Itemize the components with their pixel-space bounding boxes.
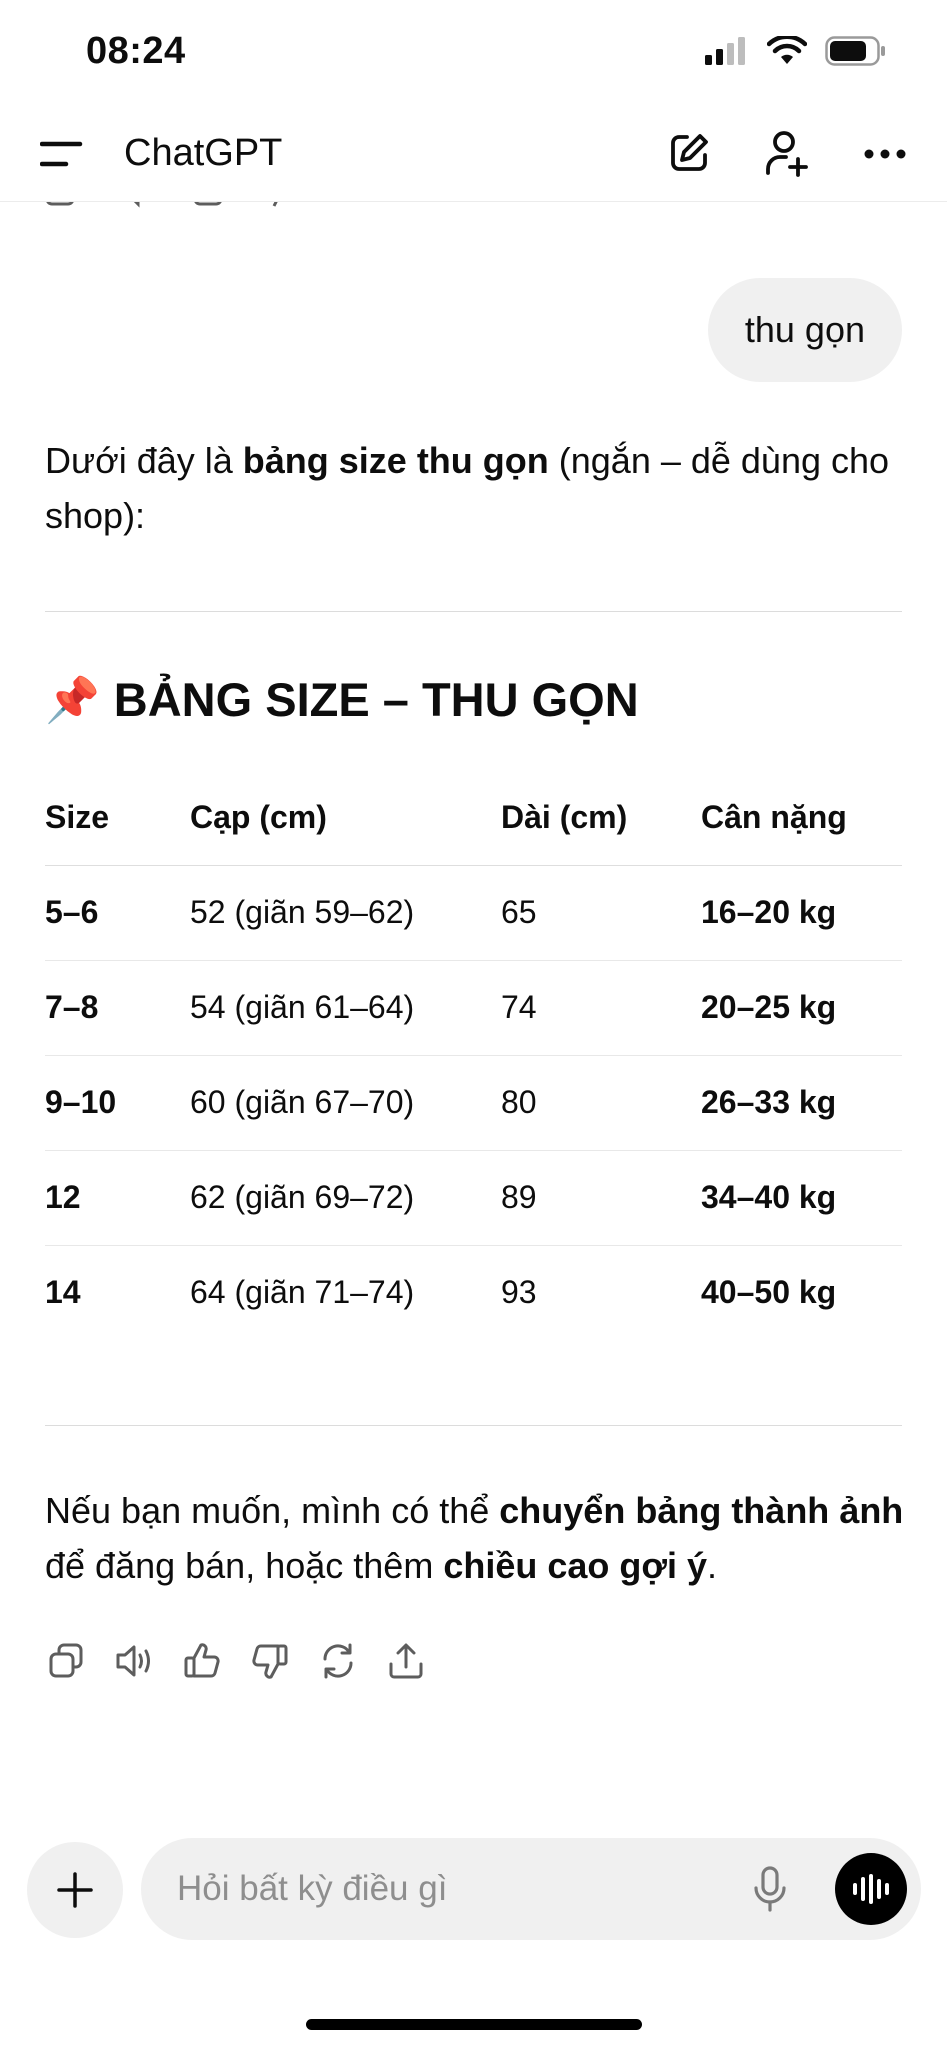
section-heading: 📌 BẢNG SIZE – THU GỌN bbox=[45, 672, 639, 727]
regenerate-button[interactable] bbox=[317, 1640, 359, 1682]
add-people-button[interactable] bbox=[760, 128, 814, 182]
cell-waist: 62 (giãn 69–72) bbox=[190, 1150, 501, 1246]
table-row: 7–8 54 (giãn 61–64) 74 20–25 kg bbox=[45, 960, 902, 1056]
cell-length: 93 bbox=[501, 1274, 537, 1311]
cell-waist: 60 (giãn 67–70) bbox=[190, 1055, 501, 1151]
assistant-intro: Dưới đây là bảng size thu gọn (ngắn – dễ… bbox=[45, 433, 905, 543]
menu-icon[interactable] bbox=[39, 138, 84, 172]
intro-text: Dưới đây là bbox=[45, 440, 243, 481]
header-waist: Cạp (cm) bbox=[190, 770, 501, 866]
copy-icon bbox=[49, 1643, 83, 1678]
cell-length: 65 bbox=[501, 865, 701, 961]
share-button[interactable] bbox=[385, 1640, 427, 1682]
table-row: 14 64 (giãn 71–74) 93 40–50 kg bbox=[45, 1245, 902, 1340]
status-bar: 08:24 bbox=[0, 0, 947, 108]
cell-length: 74 bbox=[501, 960, 701, 1056]
status-time: 08:24 bbox=[86, 30, 186, 72]
outro-bold-2: chiều cao gợi ý bbox=[443, 1545, 707, 1586]
cell-size: 12 bbox=[45, 1150, 190, 1246]
cell-length: 80 bbox=[501, 1055, 701, 1151]
message-actions bbox=[45, 1640, 427, 1682]
cell-size: 5–6 bbox=[45, 865, 190, 961]
battery-icon bbox=[825, 36, 887, 71]
assistant-outro: Nếu bạn muốn, mình có thể chuyển bảng th… bbox=[45, 1483, 905, 1593]
wifi-icon bbox=[766, 34, 808, 71]
mic-icon bbox=[754, 1866, 786, 1912]
composer bbox=[141, 1838, 921, 1940]
header-length: Dài (cm) bbox=[501, 770, 701, 866]
divider bbox=[45, 1425, 902, 1426]
add-person-icon bbox=[764, 129, 810, 182]
voice-mode-button[interactable] bbox=[835, 1853, 907, 1925]
thumbs-up-button[interactable] bbox=[181, 1640, 223, 1682]
cell-weight: 34–40 kg bbox=[701, 1150, 902, 1246]
thumbs-down-icon bbox=[252, 1644, 288, 1679]
share-icon bbox=[389, 1643, 423, 1679]
cell-weight: 26–33 kg bbox=[701, 1055, 902, 1151]
cell-size: 9–10 bbox=[45, 1055, 190, 1151]
read-aloud-button[interactable] bbox=[113, 1640, 155, 1682]
user-message-bubble: thu gọn bbox=[707, 278, 902, 382]
app-title[interactable]: ChatGPT bbox=[124, 132, 282, 175]
section-title: BẢNG SIZE – THU GỌN bbox=[113, 673, 639, 726]
home-indicator[interactable] bbox=[306, 2019, 642, 2030]
intro-bold: bảng size thu gọn bbox=[242, 440, 549, 481]
status-icons bbox=[705, 34, 887, 71]
outro-text: Nếu bạn muốn, mình có thể bbox=[45, 1490, 500, 1531]
more-options-button[interactable] bbox=[858, 128, 912, 182]
cell-size: 7–8 bbox=[45, 960, 190, 1056]
cell-weight: 40–50 kg bbox=[701, 1274, 837, 1311]
header-size: Size bbox=[45, 770, 190, 866]
cell-weight: 20–25 kg bbox=[701, 960, 902, 1056]
signal-icon bbox=[705, 37, 749, 70]
outro-text-end: . bbox=[706, 1545, 717, 1586]
copy-button[interactable] bbox=[45, 1640, 87, 1682]
table-row: 9–10 60 (giãn 67–70) 80 26–33 kg bbox=[45, 1055, 902, 1151]
app-header: ChatGPT bbox=[0, 108, 947, 202]
read-aloud-icon bbox=[116, 1645, 150, 1677]
cell-waist: 64 (giãn 71–74) bbox=[190, 1274, 415, 1311]
voice-mode-icon bbox=[853, 1874, 889, 1904]
divider bbox=[45, 611, 902, 612]
cell-length: 89 bbox=[501, 1150, 701, 1246]
pushpin-icon: 📌 bbox=[45, 675, 100, 725]
thumbs-down-button[interactable] bbox=[249, 1640, 291, 1682]
plus-icon bbox=[57, 1872, 93, 1908]
table-header-row: Size Cạp (cm) Dài (cm) Cân nặng bbox=[45, 770, 902, 866]
attach-button[interactable] bbox=[27, 1842, 123, 1938]
header-weight: Cân nặng bbox=[701, 770, 902, 866]
table-row: 12 62 (giãn 69–72) 89 34–40 kg bbox=[45, 1150, 902, 1246]
dictate-button[interactable] bbox=[745, 1864, 795, 1914]
size-table: Size Cạp (cm) Dài (cm) Cân nặng 5–6 52 (… bbox=[45, 770, 902, 1340]
cell-weight: 16–20 kg bbox=[701, 865, 902, 961]
table-row: 5–6 52 (giãn 59–62) 65 16–20 kg bbox=[45, 865, 902, 961]
new-chat-icon bbox=[667, 131, 711, 180]
cell-waist: 52 (giãn 59–62) bbox=[190, 865, 501, 961]
outro-bold-1: chuyển bảng thành ảnh bbox=[499, 1490, 904, 1531]
outro-text-mid: để đăng bán, hoặc thêm bbox=[45, 1545, 444, 1586]
cell-waist: 54 (giãn 61–64) bbox=[190, 960, 501, 1056]
message-input[interactable] bbox=[177, 1838, 717, 1940]
thumbs-up-icon bbox=[184, 1643, 220, 1678]
cell-size: 14 bbox=[45, 1274, 81, 1311]
user-message-text: thu gọn bbox=[744, 309, 865, 350]
more-icon bbox=[864, 146, 906, 164]
regenerate-icon bbox=[323, 1643, 353, 1679]
new-chat-button[interactable] bbox=[662, 128, 716, 182]
